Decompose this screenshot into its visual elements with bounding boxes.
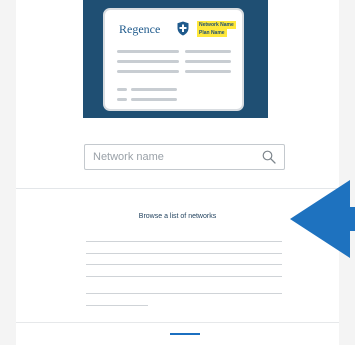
- network-list-placeholder-line: [86, 253, 282, 254]
- card-line: [131, 98, 177, 101]
- card-line: [117, 98, 127, 101]
- network-search-box: [84, 144, 285, 170]
- card-line: [117, 50, 179, 53]
- brand-logo-text: Regence: [119, 22, 161, 36]
- card-line: [185, 60, 231, 63]
- network-list-placeholder-line: [86, 293, 282, 294]
- member-id-card: Regence Network Name Plan Name: [103, 8, 244, 111]
- card-line: [117, 60, 179, 63]
- active-tab-indicator: [170, 333, 200, 335]
- card-line: [117, 70, 179, 73]
- card-line: [185, 50, 231, 53]
- network-list-placeholder-line: [86, 305, 148, 306]
- insurance-card-illustration: Regence Network Name Plan Name: [83, 0, 268, 118]
- network-name-highlight: Network Name: [197, 21, 236, 29]
- network-list-placeholder-line: [86, 264, 282, 265]
- card-line: [117, 88, 127, 91]
- shield-cross-icon: [177, 21, 189, 36]
- network-list-placeholder-line: [86, 241, 282, 242]
- card-line: [185, 70, 231, 73]
- network-list-placeholder-line: [86, 276, 282, 277]
- arrow-left-icon: [290, 180, 355, 258]
- bottom-divider: [16, 322, 339, 323]
- search-icon[interactable]: [262, 150, 276, 164]
- network-search-input[interactable]: [85, 145, 263, 169]
- plan-name-highlight: Plan Name: [197, 29, 227, 37]
- card-line: [131, 88, 177, 91]
